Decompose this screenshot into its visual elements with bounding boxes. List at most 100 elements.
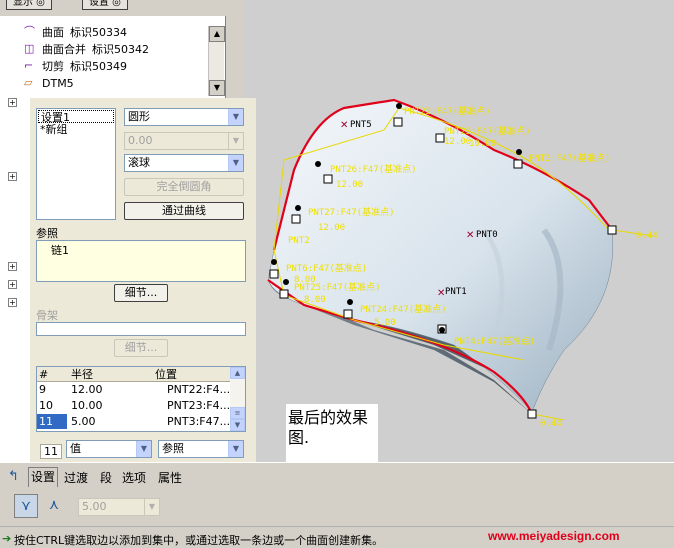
tab-transitions[interactable]: 过渡 — [64, 469, 88, 486]
datum-plane-icon: ▱ — [24, 76, 33, 89]
header-radius: 半径 — [71, 368, 93, 381]
cell-location: PNT22:F4... — [167, 383, 231, 396]
skeleton-collector[interactable] — [36, 322, 246, 336]
radius-table[interactable]: # 半径 位置 9 12.00 PNT22:F4... 10 10.00 PNT… — [36, 366, 246, 432]
chevron-down-icon[interactable]: ▼ — [136, 441, 151, 457]
skeleton-details-button[interactable]: 细节... — [114, 339, 168, 357]
scroll-down-icon[interactable]: ▼ — [230, 419, 245, 431]
expand-icon[interactable]: + — [8, 98, 17, 107]
cell-location: PNT23:F4... — [167, 399, 231, 412]
tab-settings[interactable]: 设置 — [28, 467, 59, 487]
row-index: 11 — [40, 444, 62, 459]
chevron-down-icon[interactable]: ▼ — [228, 441, 243, 457]
reference-item[interactable]: 链1 — [51, 242, 231, 258]
method-select-value: 滚球 — [128, 156, 150, 169]
value-type-select[interactable]: 值 ▼ — [66, 440, 152, 458]
table-header: # 半径 位置 — [37, 367, 231, 382]
details-button[interactable]: 细节... — [114, 284, 168, 302]
table-scrollbar[interactable]: ▲ ≡ ▼ — [230, 367, 245, 431]
label-val-044b: 0.44 — [540, 419, 562, 429]
label-val-12c: 12.00 — [318, 223, 345, 233]
method-select[interactable]: 滚球 ▼ — [124, 154, 244, 172]
shape-select[interactable]: 圆形 ▼ — [124, 108, 244, 126]
radius-field[interactable]: 5.00 ▼ — [78, 498, 160, 516]
table-row[interactable]: 10 10.00 PNT23:F4... — [37, 398, 231, 413]
tree-item-dtm5[interactable]: ▱ DTM5 — [24, 75, 80, 91]
label-pnt0: PNT0 — [476, 230, 498, 240]
through-curve-button[interactable]: 通过曲线 — [124, 202, 244, 220]
cell-radius[interactable]: 5.00 — [71, 414, 96, 429]
label-val-10: 10.00 — [469, 139, 496, 149]
set-item[interactable]: 设置1 — [38, 110, 114, 124]
surface-icon: ⌒ — [24, 25, 35, 38]
label-pnt5: PNT5 — [350, 120, 372, 130]
cell-radius[interactable]: 10.00 — [71, 398, 103, 413]
scroll-down-icon[interactable]: ▼ — [209, 80, 225, 96]
expand-icon[interactable]: + — [8, 298, 17, 307]
chevron-down-icon[interactable]: ▼ — [228, 155, 243, 171]
tree-item-surface[interactable]: ⌒ 曲面 标识50334 — [24, 24, 127, 40]
scroll-thumb[interactable]: ≡ — [230, 407, 245, 419]
tree-item-id: 标识50342 — [92, 43, 149, 56]
label-val-8b: 8.00 — [304, 295, 326, 305]
expand-icon[interactable]: + — [8, 172, 17, 181]
graphics-viewport[interactable]: ✕ ✕ ✕ PNT22:F47(基准点) PNT23:F47(基准点) PNT3… — [244, 0, 674, 462]
full-round-button[interactable]: 完全倒圆角 — [124, 178, 244, 196]
scroll-up-icon[interactable]: ▲ — [230, 367, 245, 379]
value-field-text: 0.00 — [128, 134, 153, 147]
reference-type-select[interactable]: 参照 ▼ — [158, 440, 244, 458]
svg-text:✕: ✕ — [466, 230, 474, 241]
label-val-5: 5.00 — [374, 318, 396, 328]
tree-item-trim[interactable]: ⌐ 切剪 标识50349 — [24, 58, 127, 74]
tree-item-merge[interactable]: ◫ 曲面合并 标识50342 — [24, 41, 149, 57]
transition-mode-icon[interactable]: ⋏ — [42, 494, 66, 518]
label-pnt24: PNT24:F47(基准点) — [360, 303, 447, 315]
references-collector[interactable]: 链1 — [36, 240, 246, 282]
tree-item-label: DTM5 — [42, 76, 74, 90]
tree-scrollbar[interactable]: ▲ ▼ — [208, 26, 225, 96]
tree-item-id: 标识50349 — [70, 60, 127, 73]
radius-field-value: 5.00 — [82, 500, 107, 513]
cell-location: PNT3:F47... — [167, 415, 231, 428]
tab-options[interactable]: 选项 — [122, 469, 146, 486]
tree-toolbar: 显示 ◎ 设置 ◎ — [0, 0, 226, 16]
label-pnt26: PNT26:F47(基准点) — [330, 163, 417, 175]
label-val-12a: 12.00 — [444, 137, 471, 147]
table-row[interactable]: 9 12.00 PNT22:F4... — [37, 382, 231, 397]
chevron-down-icon[interactable]: ▼ — [144, 499, 159, 515]
table-row-selected[interactable]: 11 5.00 PNT3:F47... — [37, 414, 231, 429]
label-pnt27: PNT27:F47(基准点) — [308, 206, 395, 218]
trim-icon: ⌐ — [24, 59, 34, 72]
set-mode-icon[interactable]: ⋎ — [14, 494, 38, 518]
chevron-down-icon[interactable]: ▼ — [228, 133, 243, 149]
cell-radius[interactable]: 12.00 — [71, 382, 103, 397]
settings-menu-button[interactable]: 设置 ◎ — [82, 0, 128, 10]
expand-icon[interactable]: + — [8, 262, 17, 271]
label-pnt2: PNT2 — [288, 236, 310, 246]
label-pnt3: PNT3:F47(基准点) — [529, 152, 610, 164]
cell-num: 11 — [37, 414, 67, 429]
scroll-up-icon[interactable]: ▲ — [209, 26, 225, 42]
expand-icon[interactable]: + — [8, 280, 17, 289]
value-field[interactable]: 0.00 ▼ — [124, 132, 244, 150]
show-menu-button[interactable]: 显示 ◎ — [6, 0, 52, 10]
chevron-down-icon[interactable]: ▼ — [228, 109, 243, 125]
dashboard-tab-bar: ↰ 设置 过渡 段 选项 属性 — [0, 462, 674, 490]
tree-item-label: 切剪 — [42, 60, 64, 73]
round-feature-icon: ↰ — [8, 469, 19, 484]
model-render: ✕ ✕ ✕ PNT22:F47(基准点) PNT23:F47(基准点) PNT3… — [267, 98, 658, 429]
tab-properties[interactable]: 属性 — [158, 469, 182, 486]
references-label: 参照 — [36, 227, 58, 240]
sets-list[interactable]: 设置1 *新组 — [36, 108, 116, 220]
tab-segments[interactable]: 段 — [100, 469, 112, 486]
watermark: www.meiyadesign.com — [488, 529, 620, 543]
label-val-12b: 12.00 — [336, 180, 363, 190]
tree-expanders: + + + + + — [0, 90, 34, 462]
header-location: 位置 — [155, 368, 177, 381]
model-surface — [267, 99, 613, 413]
label-val-8a: 8.00 — [294, 275, 316, 285]
new-set-item[interactable]: *新组 — [38, 123, 114, 136]
reference-type-value: 参照 — [162, 442, 184, 455]
svg-text:✕: ✕ — [340, 120, 348, 131]
tree-item-label: 曲面合并 — [42, 43, 86, 56]
